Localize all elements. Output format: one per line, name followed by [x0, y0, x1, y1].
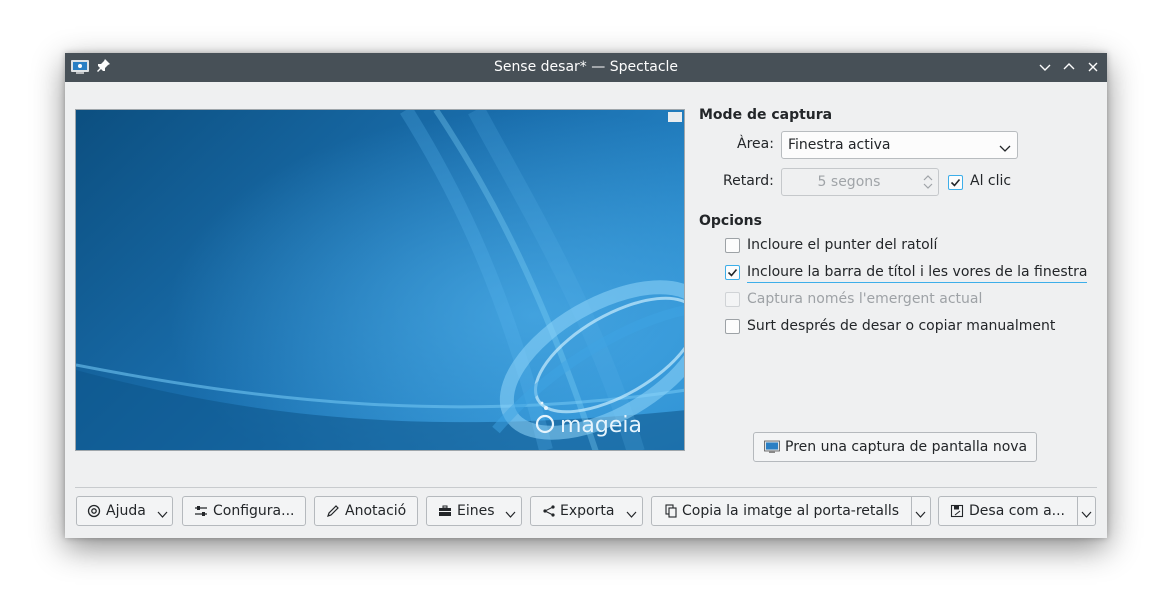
configure-label: Configura...: [213, 503, 295, 519]
checkmark-icon: [950, 178, 961, 187]
save-as-button[interactable]: Desa com a...: [938, 496, 1096, 526]
copy-to-clipboard-button[interactable]: Copia la imatge al porta-retalls: [651, 496, 931, 526]
configure-button[interactable]: Configura...: [182, 496, 306, 526]
spin-arrows-icon[interactable]: [922, 172, 934, 196]
chevron-down-icon[interactable]: [915, 507, 926, 523]
include-pointer-label[interactable]: Incloure el punter del ratolí: [747, 237, 937, 253]
options-title: Opcions: [699, 213, 762, 229]
split-separator: [1077, 497, 1078, 525]
export-button[interactable]: Exporta: [530, 496, 643, 526]
share-icon: [542, 504, 556, 522]
screenshot-preview[interactable]: mageia: [75, 109, 685, 451]
capture-mode-title: Mode de captura: [699, 107, 833, 123]
toolbox-icon: [438, 504, 452, 522]
annotate-label: Anotació: [345, 503, 407, 519]
chevron-down-icon: [157, 507, 168, 523]
include-pointer-checkbox[interactable]: [725, 238, 740, 253]
delay-spinbox[interactable]: 5 segons: [781, 168, 939, 196]
tools-label: Eines: [457, 503, 495, 519]
export-label: Exporta: [560, 503, 615, 519]
new-screenshot-button[interactable]: Pren una captura de pantalla nova: [753, 432, 1037, 462]
split-separator: [911, 497, 912, 525]
divider: [75, 487, 1097, 488]
close-button[interactable]: [1084, 58, 1102, 76]
chevron-down-icon: [626, 507, 637, 523]
capture-popup-checkbox: [725, 292, 740, 307]
help-icon: [87, 504, 101, 522]
delay-spinbox-value: 5 segons: [817, 174, 881, 190]
save-as-label: Desa com a...: [969, 503, 1065, 519]
spectacle-window: Sense desar* — Spectacle mageia Mode de …: [65, 53, 1107, 538]
checkmark-icon: [727, 268, 738, 277]
capture-popup-label: Captura només l'emergent actual: [747, 291, 983, 307]
maximize-button[interactable]: [1060, 58, 1078, 76]
focus-underline: [747, 282, 1087, 283]
annotate-button[interactable]: Anotació: [314, 496, 418, 526]
chevron-down-icon[interactable]: [1081, 507, 1092, 523]
quit-after-save-checkbox[interactable]: [725, 319, 740, 334]
area-combobox-value: Finestra activa: [788, 137, 891, 153]
new-screenshot-label: Pren una captura de pantalla nova: [785, 439, 1028, 455]
copy-label: Copia la imatge al porta-retalls: [682, 503, 900, 519]
help-label: Ajuda: [106, 503, 146, 519]
area-label: Àrea:: [737, 136, 774, 152]
on-click-checkbox[interactable]: [948, 175, 963, 190]
copy-icon: [664, 504, 678, 522]
title-bar[interactable]: Sense desar* — Spectacle: [65, 53, 1107, 82]
on-click-label[interactable]: Al clic: [970, 173, 1011, 189]
settings-sliders-icon: [194, 504, 208, 522]
tools-button[interactable]: Eines: [426, 496, 522, 526]
mageia-logo-text: mageia: [560, 413, 642, 438]
quit-after-save-label[interactable]: Surt després de desar o copiar manualmen…: [747, 318, 1055, 334]
area-combobox[interactable]: Finestra activa: [781, 131, 1018, 159]
include-titlebar-checkbox[interactable]: [725, 265, 740, 280]
delay-label: Retard:: [723, 173, 774, 189]
minimize-button[interactable]: [1036, 58, 1054, 76]
chevron-down-icon: [505, 507, 516, 523]
include-titlebar-label[interactable]: Incloure la barra de títol i les vores d…: [747, 264, 1087, 280]
pen-icon: [326, 504, 340, 522]
spectacle-icon: [764, 440, 780, 458]
save-icon: [950, 504, 964, 522]
help-button[interactable]: Ajuda: [76, 496, 173, 526]
window-title: Sense desar* — Spectacle: [493, 59, 679, 75]
chevron-down-icon: [999, 141, 1011, 157]
